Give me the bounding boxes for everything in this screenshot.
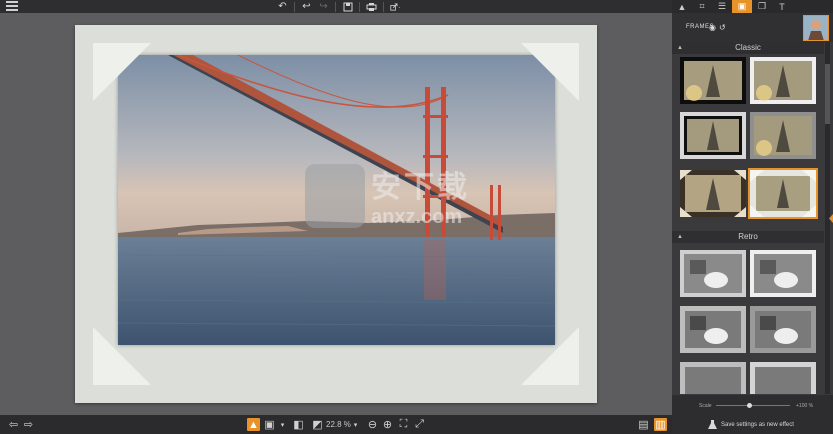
image-icon[interactable]: ▣ [263, 418, 276, 431]
scale-label: Scale [699, 403, 712, 409]
share-icon[interactable] [390, 1, 401, 12]
save-effect-label: Save settings as new effect [721, 421, 794, 428]
save-icon[interactable] [342, 1, 353, 12]
panel-tabs: ▲ ⌗ ☰ ▣ ❐ T [672, 0, 833, 13]
watermark: 安下载 anxz.com [305, 162, 470, 229]
flask-icon [708, 420, 717, 429]
menu-icon[interactable] [6, 1, 18, 12]
collapse-icon: ▲ [677, 234, 683, 240]
preview-avatar [803, 15, 829, 41]
arrow-left-icon[interactable]: ⇦ [7, 418, 20, 431]
shopping-bag-icon [305, 163, 365, 228]
frame-corner [93, 327, 151, 385]
frame-thumb[interactable] [680, 57, 746, 104]
panel-left-icon[interactable]: ▤ [637, 418, 650, 431]
redo-icon[interactable]: ↪ [318, 1, 329, 12]
compare-icon[interactable]: ◧ [292, 418, 305, 431]
divider [335, 1, 336, 12]
actual-size-icon[interactable]: ⤢ [413, 418, 426, 431]
undo-step-icon[interactable]: ↩ [301, 1, 312, 12]
frame-thumb[interactable] [750, 112, 816, 159]
section-classic[interactable]: ▲ Classic [672, 42, 824, 54]
collapse-icon: ▲ [677, 45, 683, 51]
arrow-right-icon[interactable]: ⇨ [22, 418, 35, 431]
frame-thumb[interactable] [750, 362, 816, 394]
section-label: Classic [735, 43, 761, 52]
watermark-text: 安下载 anxz.com [371, 162, 470, 229]
frame-thumb[interactable] [750, 57, 816, 104]
frame-thumb[interactable] [750, 306, 816, 353]
reset-icon[interactable]: ↺ [719, 23, 726, 32]
panel-collapse-handle[interactable] [829, 210, 833, 223]
frame-corner [521, 43, 579, 101]
frame-thumb[interactable] [680, 250, 746, 297]
frame-thumb[interactable] [680, 112, 746, 159]
frame-thumb[interactable] [680, 170, 746, 217]
crop-icon[interactable]: ⌗ [692, 0, 712, 13]
history-group: ↶ ↩ ↪ [277, 0, 401, 13]
zoom-in-icon[interactable]: ⊕ [381, 418, 394, 431]
top-toolbar: ↶ ↩ ↪ [0, 0, 672, 13]
divider [383, 1, 384, 12]
view-mode-icon[interactable]: ▲ [247, 418, 260, 431]
frame-corner [521, 327, 579, 385]
frames-icon[interactable]: ▣ [732, 0, 752, 13]
zoom-value: 22.8 % [326, 420, 351, 429]
scale-slider-knob[interactable] [746, 403, 752, 408]
layers-icon[interactable]: ❐ [752, 0, 772, 13]
sliders-icon[interactable]: ☰ [712, 0, 732, 13]
adjust-icon[interactable]: ▲ [672, 0, 692, 13]
text-icon[interactable]: T [772, 0, 792, 13]
info-icon[interactable]: ◉ [709, 23, 716, 32]
frame-corner [93, 43, 151, 101]
bottom-bar: ⇦ ⇨ ▲ ▣ ▾ ◧ ◩ 22.8 % ▾ ⊖ ⊕ ⛶ ⤢ ▤ ▥ [0, 415, 672, 434]
watermark-cn: 安下载 [371, 171, 470, 204]
fit-icon[interactable]: ◩ [311, 418, 324, 431]
watermark-en: anxz.com [371, 206, 463, 228]
panel-right-icon[interactable]: ▥ [654, 418, 667, 431]
zoom-out-icon[interactable]: ⊖ [366, 418, 379, 431]
print-icon[interactable] [366, 1, 377, 12]
panel-footer: Scale +100 % Save settings as new effect [672, 395, 833, 434]
scrollbar-thumb[interactable] [825, 64, 830, 124]
frame-thumb[interactable] [750, 250, 816, 297]
scale-value: +100 % [796, 403, 814, 409]
divider [294, 1, 295, 12]
chevron-down-icon[interactable]: ▾ [276, 418, 289, 431]
fit-screen-icon[interactable]: ⛶ [397, 418, 410, 431]
panel-header: FRAMES ◉ ↺ [672, 13, 833, 42]
frame-thumb[interactable] [680, 306, 746, 353]
scale-slider[interactable] [716, 403, 790, 408]
save-effect-button[interactable]: Save settings as new effect [708, 420, 794, 429]
section-retro[interactable]: ▲ Retro [672, 231, 824, 243]
effects-panel: ▲ ⌗ ☰ ▣ ❐ T FRAMES ◉ ↺ ▲ Classic ▲ Retro [672, 0, 833, 434]
chevron-down-icon[interactable]: ▾ [349, 418, 362, 431]
frame-thumb[interactable] [680, 362, 746, 394]
frame-thumb-selected[interactable] [748, 168, 818, 219]
divider [359, 1, 360, 12]
section-label: Retro [738, 232, 758, 241]
undo-icon[interactable]: ↶ [277, 1, 288, 12]
